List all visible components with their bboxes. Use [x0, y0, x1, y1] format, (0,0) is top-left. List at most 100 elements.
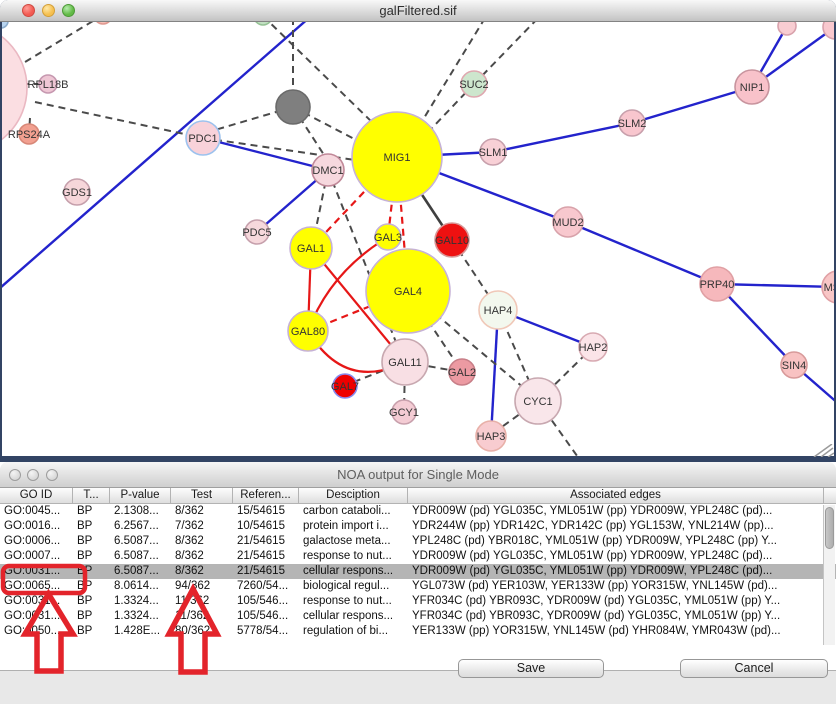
edge[interactable]: [474, 22, 543, 84]
table-row[interactable]: GO:0006...BP6.5087...8/36221/54615galact…: [0, 534, 836, 549]
table-row[interactable]: GO:0045...BP2.1308...8/36215/54615carbon…: [0, 504, 836, 519]
save-button[interactable]: Save: [458, 659, 604, 678]
edge[interactable]: [493, 123, 632, 152]
table-row[interactable]: GO:0031...BP1.3324...11/362105/546...res…: [0, 594, 836, 609]
cell-test[interactable]: 8/362: [171, 564, 233, 579]
cell-edges[interactable]: YGL073W (pd) YER103W, YER133W (pp) YOR31…: [408, 579, 824, 594]
cell-ref[interactable]: 7260/54...: [233, 579, 299, 594]
edge[interactable]: [2, 22, 310, 288]
cell-edges[interactable]: YDR244W (pp) YDR142C, YDR142C (pp) YGL15…: [408, 519, 824, 534]
cell-type[interactable]: BP: [73, 504, 110, 519]
cell-desc[interactable]: biological regul...: [299, 579, 408, 594]
cell-desc[interactable]: galactose meta...: [299, 534, 408, 549]
column-header-ref[interactable]: Referen...: [233, 488, 299, 503]
cell-go[interactable]: GO:0007...: [0, 549, 73, 564]
cell-go[interactable]: GO:0006...: [0, 534, 73, 549]
cell-test[interactable]: 11/362: [171, 609, 233, 624]
column-header-go[interactable]: GO ID: [0, 488, 73, 503]
table-row[interactable]: GO:0007...BP6.5087...8/36221/54615respon…: [0, 549, 836, 564]
edge[interactable]: [632, 87, 752, 123]
cell-type[interactable]: BP: [73, 579, 110, 594]
column-header-type[interactable]: T...: [73, 488, 110, 503]
cell-edges[interactable]: YFR034C (pd) YBR093C, YDR009W (pd) YGL03…: [408, 594, 824, 609]
cell-test[interactable]: 80/362: [171, 624, 233, 639]
cell-edges[interactable]: YER133W (pp) YOR315W, YNL145W (pd) YHR08…: [408, 624, 824, 639]
node-cut-green[interactable]: [254, 22, 272, 25]
cell-type[interactable]: BP: [73, 624, 110, 639]
cell-go[interactable]: GO:0050...: [0, 624, 73, 639]
cell-desc[interactable]: regulation of bi...: [299, 624, 408, 639]
cell-go[interactable]: GO:0065...: [0, 579, 73, 594]
edge[interactable]: [203, 138, 328, 170]
table-row[interactable]: GO:0050...BP1.428E...80/3625778/54...reg…: [0, 624, 836, 639]
edge[interactable]: [25, 22, 103, 62]
cell-desc[interactable]: carbon cataboli...: [299, 504, 408, 519]
cell-type[interactable]: BP: [73, 549, 110, 564]
column-header-edges[interactable]: Associated edges: [408, 488, 824, 503]
cell-go[interactable]: GO:0031...: [0, 594, 73, 609]
cell-test[interactable]: 8/362: [171, 504, 233, 519]
cell-type[interactable]: BP: [73, 609, 110, 624]
cell-pvalue[interactable]: 6.5087...: [110, 564, 171, 579]
cell-go[interactable]: GO:0031...: [0, 564, 73, 579]
cell-type[interactable]: BP: [73, 594, 110, 609]
scrollbar-thumb[interactable]: [825, 507, 834, 549]
cell-ref[interactable]: 21/54615: [233, 564, 299, 579]
cell-go[interactable]: GO:0031...: [0, 609, 73, 624]
cell-edges[interactable]: YDR009W (pd) YGL035C, YML051W (pp) YDR00…: [408, 564, 824, 579]
cell-type[interactable]: BP: [73, 564, 110, 579]
cell-ref[interactable]: 5778/54...: [233, 624, 299, 639]
cell-desc[interactable]: cellular respons...: [299, 609, 408, 624]
cell-edges[interactable]: YDR009W (pd) YGL035C, YML051W (pp) YDR00…: [408, 549, 824, 564]
cell-ref[interactable]: 105/546...: [233, 594, 299, 609]
cell-desc[interactable]: cellular respons...: [299, 564, 408, 579]
cell-test[interactable]: 7/362: [171, 519, 233, 534]
table-row-selected[interactable]: GO:0031...BP6.5087...8/36221/54615cellul…: [0, 564, 836, 579]
cell-pvalue[interactable]: 6.5087...: [110, 534, 171, 549]
cell-ref[interactable]: 21/54615: [233, 534, 299, 549]
vertical-scrollbar[interactable]: [823, 505, 835, 645]
cell-ref[interactable]: 10/54615: [233, 519, 299, 534]
cell-test[interactable]: 8/362: [171, 549, 233, 564]
node-cut-pink-1[interactable]: [94, 22, 112, 24]
cell-type[interactable]: BP: [73, 534, 110, 549]
cell-desc[interactable]: protein import i...: [299, 519, 408, 534]
edge[interactable]: [35, 102, 203, 138]
cell-type[interactable]: BP: [73, 519, 110, 534]
node-gray-node[interactable]: [276, 90, 310, 124]
edge[interactable]: [568, 222, 717, 284]
cell-test[interactable]: 94/362: [171, 579, 233, 594]
cell-desc[interactable]: response to nut...: [299, 594, 408, 609]
cell-desc[interactable]: response to nut...: [299, 549, 408, 564]
cell-ref[interactable]: 15/54615: [233, 504, 299, 519]
network-canvas[interactable]: RPL18BRPS24AGDS1PDC1PDC5MIG1DMC1SUC2SLM1…: [2, 22, 834, 456]
cell-pvalue[interactable]: 1.3324...: [110, 609, 171, 624]
column-header-test[interactable]: Test: [171, 488, 233, 503]
noa-titlebar[interactable]: NOA output for Single Mode: [0, 462, 836, 488]
cell-pvalue[interactable]: 2.1308...: [110, 504, 171, 519]
cell-edges[interactable]: YPL248C (pd) YBR018C, YML051W (pp) YDR00…: [408, 534, 824, 549]
cell-pvalue[interactable]: 6.2567...: [110, 519, 171, 534]
cell-test[interactable]: 11/362: [171, 594, 233, 609]
node-cut-pink-2[interactable]: [778, 22, 796, 35]
network-titlebar[interactable]: galFiltered.sif: [0, 0, 836, 22]
column-header-desc[interactable]: Desciption: [299, 488, 408, 503]
cell-ref[interactable]: 21/54615: [233, 549, 299, 564]
cell-edges[interactable]: YDR009W (pd) YGL035C, YML051W (pp) YDR00…: [408, 504, 824, 519]
table-row[interactable]: GO:0031...BP1.3324...11/362105/546...cel…: [0, 609, 836, 624]
cell-edges[interactable]: YFR034C (pd) YBR093C, YDR009W (pd) YGL03…: [408, 609, 824, 624]
cell-pvalue[interactable]: 1.428E...: [110, 624, 171, 639]
cell-pvalue[interactable]: 6.5087...: [110, 549, 171, 564]
cell-pvalue[interactable]: 1.3324...: [110, 594, 171, 609]
cell-ref[interactable]: 105/546...: [233, 609, 299, 624]
node-cut-pink-3[interactable]: [823, 22, 834, 39]
node-cut-blue[interactable]: [2, 22, 8, 28]
cell-go[interactable]: GO:0016...: [0, 519, 73, 534]
table-row[interactable]: GO:0016...BP6.2567...7/36210/54615protei…: [0, 519, 836, 534]
cancel-button[interactable]: Cancel: [680, 659, 828, 678]
cell-go[interactable]: GO:0045...: [0, 504, 73, 519]
cell-test[interactable]: 8/362: [171, 534, 233, 549]
cell-pvalue[interactable]: 8.0614...: [110, 579, 171, 594]
column-header-pvalue[interactable]: P-value: [110, 488, 171, 503]
table-row[interactable]: GO:0065...BP8.0614...94/3627260/54...bio…: [0, 579, 836, 594]
